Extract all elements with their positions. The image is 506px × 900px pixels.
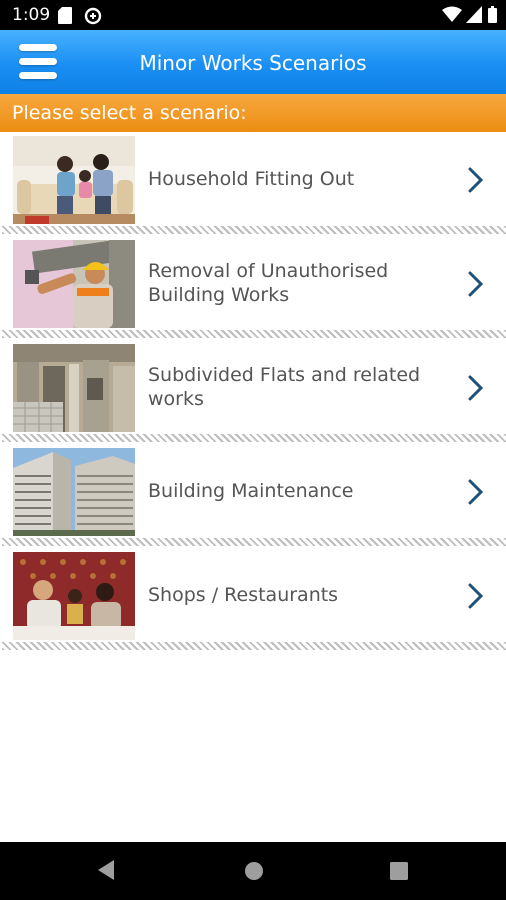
worker-with-helmet-photo <box>13 240 135 328</box>
restaurant-diners-photo <box>13 552 135 640</box>
back-icon[interactable] <box>96 859 116 881</box>
chevron-right-icon <box>468 375 484 401</box>
signal-icon <box>466 6 482 23</box>
chevron-right-icon <box>468 271 484 297</box>
list-item-subdivided-flats[interactable]: Subdivided Flats and related works <box>0 340 506 444</box>
section-header: Please select a scenario: <box>0 94 506 132</box>
status-bar: 1:09 <box>0 0 506 30</box>
scenario-label: Household Fitting Out <box>148 167 448 191</box>
scenario-label: Removal of Unauthorised Building Works <box>148 259 448 307</box>
app-title: Minor Works Scenarios <box>139 51 367 75</box>
scenario-label-line: Subdivided Flats and related <box>148 364 421 386</box>
family-on-sofa-photo <box>13 136 135 224</box>
app-bar: Minor Works Scenarios <box>0 30 506 94</box>
home-icon[interactable] <box>244 861 264 881</box>
list-item-household-fitting-out[interactable]: Household Fitting Out <box>0 132 506 236</box>
scenario-label-line: works <box>148 388 204 410</box>
nav-bar <box>0 842 506 900</box>
list-item-removal-of-ubw[interactable]: Removal of Unauthorised Building Works <box>0 236 506 340</box>
list-divider <box>2 434 506 442</box>
residential-tower-photo <box>13 448 135 536</box>
chevron-right-icon <box>468 479 484 505</box>
recents-icon[interactable] <box>390 862 408 880</box>
chevron-right-icon <box>468 167 484 193</box>
scenario-label-line: Building Maintenance <box>148 480 354 502</box>
section-header-text: Please select a scenario: <box>12 102 247 124</box>
list-divider <box>2 330 506 338</box>
wifi-icon <box>442 6 462 22</box>
scenario-label-line: Building Works <box>148 284 290 306</box>
subdivided-flat-interior-photo <box>13 344 135 432</box>
scenario-label: Subdivided Flats and related works <box>148 363 448 411</box>
list-item-shops-restaurants[interactable]: Shops / Restaurants <box>0 548 506 652</box>
sd-card-icon <box>58 7 72 24</box>
scenario-label: Building Maintenance <box>148 479 448 503</box>
battery-icon <box>488 6 497 23</box>
chevron-right-icon <box>468 583 484 609</box>
data-saver-icon <box>84 7 102 25</box>
list-divider <box>2 642 506 650</box>
scenario-label-line: Household Fitting Out <box>148 168 355 190</box>
scenario-label-line: Removal of Unauthorised <box>148 260 389 282</box>
status-time: 1:09 <box>12 5 51 25</box>
scenario-label: Shops / Restaurants <box>148 583 448 607</box>
list-divider <box>2 538 506 546</box>
list-item-building-maintenance[interactable]: Building Maintenance <box>0 444 506 548</box>
list-divider <box>2 226 506 234</box>
scenario-label-line: Shops / Restaurants <box>148 584 339 606</box>
